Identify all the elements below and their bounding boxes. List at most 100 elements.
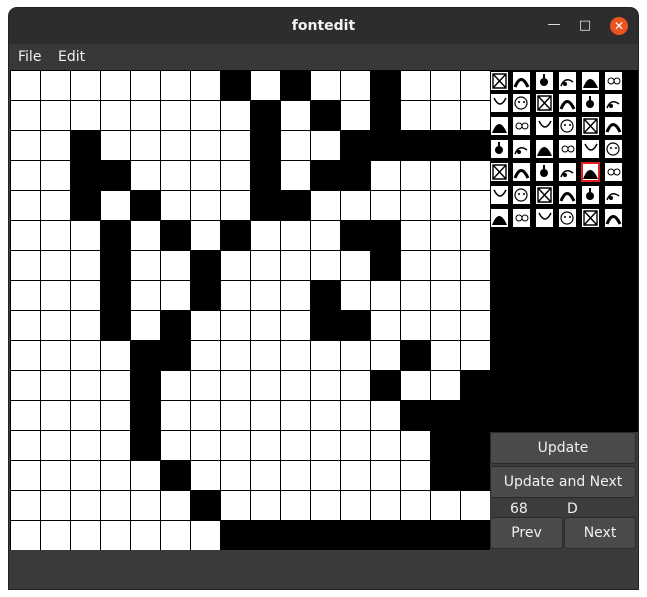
update-and-next-button[interactable]: Update and Next [490,466,636,498]
pixel-cell[interactable] [131,311,160,340]
glyph-thumbnail[interactable] [513,163,530,181]
pixel-cell[interactable] [281,191,310,220]
pixel-cell[interactable] [461,311,490,340]
pixel-cell[interactable] [401,251,430,280]
pixel-cell[interactable] [221,521,250,550]
pixel-cell[interactable] [11,161,40,190]
pixel-cell[interactable] [431,71,460,100]
pixel-cell[interactable] [41,461,70,490]
pixel-cell[interactable] [401,131,430,160]
minimize-icon[interactable]: — [545,16,563,34]
pixel-cell[interactable] [371,71,400,100]
pixel-cell[interactable] [41,341,70,370]
pixel-cell[interactable] [131,491,160,520]
glyph-thumbnail[interactable] [513,117,530,135]
pixel-cell[interactable] [371,371,400,400]
pixel-cell[interactable] [71,101,100,130]
pixel-cell[interactable] [11,71,40,100]
pixel-cell[interactable] [161,281,190,310]
pixel-cell[interactable] [431,191,460,220]
pixel-cell[interactable] [251,311,280,340]
pixel-cell[interactable] [461,461,490,490]
pixel-cell[interactable] [401,521,430,550]
glyph-thumbnail[interactable] [582,140,599,158]
pixel-cell[interactable] [11,431,40,460]
pixel-cell[interactable] [161,311,190,340]
glyph-thumbnail[interactable] [582,209,599,227]
glyph-thumbnail[interactable] [582,186,599,204]
glyph-thumbnail[interactable] [559,163,576,181]
pixel-cell[interactable] [221,461,250,490]
glyph-thumbnail[interactable] [513,94,530,112]
pixel-cell[interactable] [371,191,400,220]
pixel-cell[interactable] [431,371,460,400]
pixel-cell[interactable] [11,101,40,130]
pixel-cell[interactable] [401,371,430,400]
pixel-cell[interactable] [311,491,340,520]
pixel-cell[interactable] [191,521,220,550]
pixel-cell[interactable] [371,521,400,550]
pixel-cell[interactable] [281,221,310,250]
pixel-cell[interactable] [221,431,250,460]
glyph-thumbnail[interactable] [605,94,622,112]
pixel-cell[interactable] [401,161,430,190]
glyph-thumbnail[interactable] [559,186,576,204]
pixel-cell[interactable] [101,311,130,340]
pixel-cell[interactable] [161,131,190,160]
pixel-cell[interactable] [131,371,160,400]
pixel-cell[interactable] [221,251,250,280]
glyph-thumbnail[interactable] [513,186,530,204]
pixel-cell[interactable] [41,431,70,460]
pixel-cell[interactable] [41,221,70,250]
pixel-cell[interactable] [191,341,220,370]
pixel-cell[interactable] [161,101,190,130]
pixel-cell[interactable] [311,521,340,550]
pixel-cell[interactable] [11,461,40,490]
pixel-cell[interactable] [131,131,160,160]
pixel-cell[interactable] [251,521,280,550]
pixel-cell[interactable] [431,131,460,160]
pixel-cell[interactable] [281,251,310,280]
pixel-cell[interactable] [251,191,280,220]
pixel-cell[interactable] [431,161,460,190]
pixel-cell[interactable] [281,161,310,190]
pixel-cell[interactable] [131,401,160,430]
pixel-cell[interactable] [11,371,40,400]
pixel-cell[interactable] [281,311,310,340]
pixel-cell[interactable] [161,191,190,220]
pixel-cell[interactable] [431,251,460,280]
pixel-cell[interactable] [341,341,370,370]
pixel-cell[interactable] [131,251,160,280]
pixel-cell[interactable] [11,191,40,220]
pixel-cell[interactable] [311,251,340,280]
pixel-cell[interactable] [431,281,460,310]
pixel-cell[interactable] [341,431,370,460]
pixel-cell[interactable] [131,281,160,310]
pixel-cell[interactable] [221,161,250,190]
pixel-cell[interactable] [311,161,340,190]
pixel-cell[interactable] [461,71,490,100]
pixel-cell[interactable] [101,491,130,520]
pixel-cell[interactable] [281,71,310,100]
pixel-cell[interactable] [161,221,190,250]
pixel-cell[interactable] [221,281,250,310]
pixel-cell[interactable] [461,191,490,220]
pixel-cell[interactable] [401,401,430,430]
pixel-cell[interactable] [251,401,280,430]
pixel-cell[interactable] [11,131,40,160]
pixel-cell[interactable] [251,251,280,280]
pixel-cell[interactable] [71,281,100,310]
pixel-cell[interactable] [41,131,70,160]
pixel-cell[interactable] [401,71,430,100]
pixel-cell[interactable] [191,71,220,100]
pixel-cell[interactable] [461,341,490,370]
pixel-cell[interactable] [371,251,400,280]
pixel-cell[interactable] [461,491,490,520]
pixel-cell[interactable] [161,251,190,280]
pixel-cell[interactable] [101,461,130,490]
pixel-cell[interactable] [461,161,490,190]
pixel-cell[interactable] [191,461,220,490]
pixel-cell[interactable] [101,341,130,370]
pixel-cell[interactable] [281,431,310,460]
glyph-thumbnail[interactable] [491,140,508,158]
